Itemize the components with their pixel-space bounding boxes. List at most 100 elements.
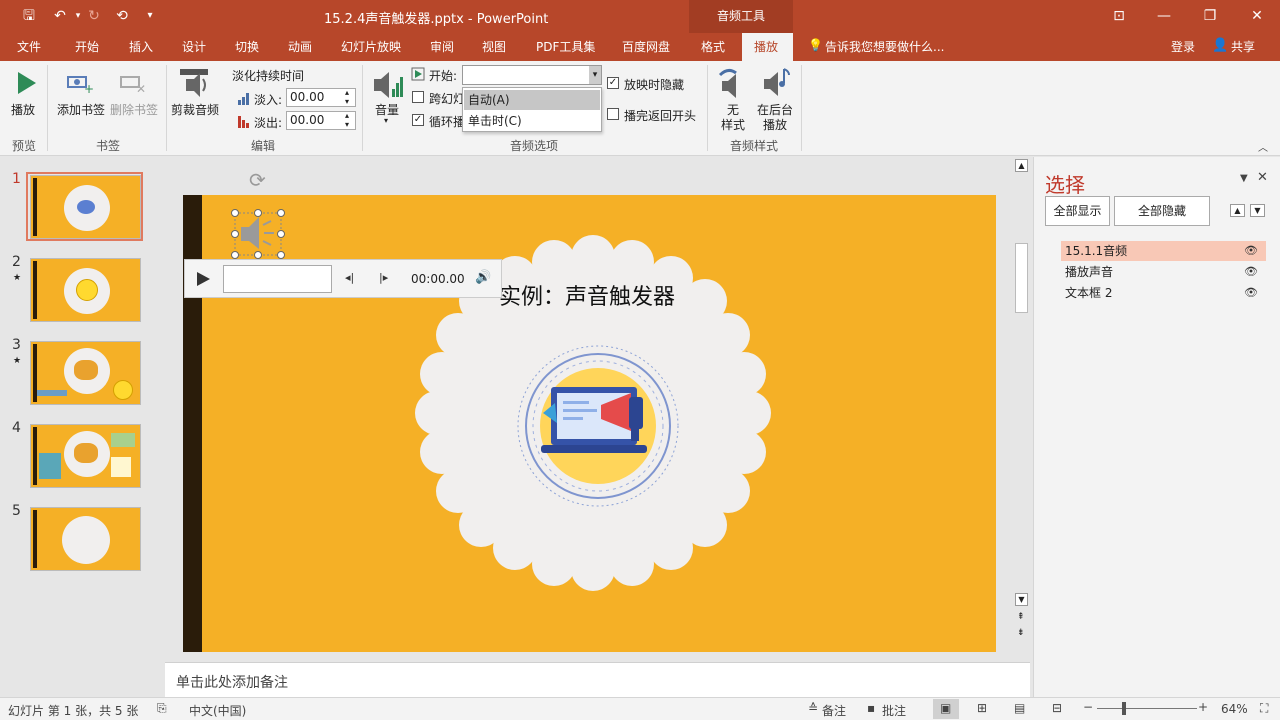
rewind-after-checkbox[interactable] [607, 108, 619, 120]
fade-in-spinner-icon[interactable]: ▴ ▾ [345, 88, 349, 106]
slide-title[interactable]: 实例：声音触发器 [499, 279, 675, 311]
cross-slides-checkbox[interactable] [412, 91, 424, 103]
save-icon[interactable]: 🖫 [19, 7, 39, 25]
tab-playback-active[interactable]: 播放 [742, 33, 793, 61]
bring-forward-icon[interactable]: ▲ [1230, 204, 1245, 217]
zoom-in-icon[interactable]: + [1198, 700, 1208, 714]
slide-thumbnail-1[interactable] [30, 175, 141, 239]
no-style-icon[interactable] [716, 67, 746, 99]
redo-icon[interactable]: ↻ [84, 7, 104, 25]
selection-item[interactable]: 播放声音 👁 [1061, 262, 1266, 282]
player-play-icon[interactable] [195, 271, 211, 287]
slide-thumbnail-3[interactable] [30, 341, 141, 405]
close-icon[interactable]: ✕ [1247, 7, 1267, 25]
volume-dropdown-icon[interactable]: ▾ [384, 116, 388, 125]
tab-transitions[interactable]: 切换 [235, 38, 259, 55]
player-back-icon[interactable]: ◂| [345, 271, 354, 284]
comments-button[interactable]: 批注 [882, 702, 906, 719]
restore-icon[interactable]: ❐ [1200, 7, 1220, 25]
slide-sorter-icon[interactable]: ⊞ [977, 701, 987, 715]
add-bookmark-button[interactable]: 添加书签 [57, 101, 105, 118]
play-in-background-icon[interactable] [762, 67, 792, 99]
trim-audio-button[interactable]: 剪裁音频 [171, 101, 219, 118]
share-person-icon: 👤 [1212, 38, 1229, 53]
tab-pdf-tools[interactable]: PDF工具集 [536, 38, 595, 55]
language-indicator[interactable]: 中文(中国) [189, 702, 246, 719]
no-style-line2[interactable]: 样式 [721, 116, 745, 133]
previous-slide-icon[interactable]: ⇞ [1017, 612, 1025, 622]
share-button[interactable]: 共享 [1231, 38, 1255, 55]
loop-checkbox[interactable]: ✓ [412, 114, 424, 126]
slide-thumbnail-4[interactable] [30, 424, 141, 488]
fit-to-window-icon[interactable]: ⛶ [1260, 701, 1268, 716]
scroll-down-icon[interactable]: ▼ [1015, 593, 1028, 606]
start-option-auto[interactable]: 自动(A) [464, 90, 600, 110]
scroll-up-icon[interactable]: ▲ [1015, 159, 1028, 172]
rotate-handle-icon[interactable]: ⟳ [249, 168, 266, 192]
notes-toggle-button[interactable]: 备注 [822, 702, 846, 719]
pane-options-icon[interactable]: ▼ [1240, 173, 1248, 184]
volume-icon[interactable] [372, 69, 404, 101]
selection-item[interactable]: 文本框 2 👁 [1061, 283, 1266, 303]
start-combobox[interactable] [462, 65, 602, 85]
slide-number: 4 [12, 420, 21, 436]
vertical-scrollbar[interactable]: ▲ ▼ [1014, 157, 1030, 609]
loop-label: 循环播 [429, 115, 466, 129]
zoom-level[interactable]: 64% [1221, 702, 1248, 716]
slide-thumbnail-5[interactable] [30, 507, 141, 571]
start-combobox-chevron-icon[interactable]: ▾ [589, 66, 601, 84]
slide-thumbnail-2[interactable] [30, 258, 141, 322]
show-all-button[interactable]: 全部显示 [1045, 196, 1110, 226]
hide-during-show-checkbox[interactable]: ✓ [607, 77, 619, 89]
login-link[interactable]: 登录 [1171, 38, 1195, 55]
ribbon-display-options-icon[interactable]: ⊡ [1109, 7, 1129, 25]
speaker-object-icon[interactable] [231, 209, 287, 259]
tab-file[interactable]: 文件 [17, 38, 41, 55]
zoom-slider-thumb[interactable] [1122, 702, 1126, 715]
player-forward-icon[interactable]: |▸ [379, 271, 388, 284]
play-button[interactable]: 播放 [11, 101, 35, 118]
selection-item[interactable]: 15.1.1音频 👁 [1061, 241, 1266, 261]
send-backward-icon[interactable]: ▼ [1250, 204, 1265, 217]
start-label: 开始: [429, 69, 458, 83]
tab-animations[interactable]: 动画 [288, 38, 312, 55]
svg-text:✕: ✕ [136, 82, 146, 95]
tab-view[interactable]: 视图 [482, 38, 506, 55]
next-slide-icon[interactable]: ⇟ [1017, 628, 1025, 638]
tab-baidu-netdisk[interactable]: 百度网盘 [622, 38, 670, 55]
hide-all-button[interactable]: 全部隐藏 [1114, 196, 1210, 226]
tell-me-search[interactable]: 告诉我您想要做什么... [825, 38, 944, 55]
notes-pane[interactable]: 单击此处添加备注 [165, 662, 1030, 697]
tab-home[interactable]: 开始 [75, 38, 99, 55]
zoom-slider-track[interactable] [1097, 708, 1197, 709]
start-option-on-click[interactable]: 单击时(C) [464, 111, 600, 131]
slideshow-view-icon[interactable]: ⊟ [1052, 701, 1062, 715]
add-bookmark-icon[interactable]: + [66, 71, 94, 95]
reading-view-icon[interactable]: ▤ [1014, 701, 1025, 715]
visibility-eye-icon[interactable]: 👁 [1244, 283, 1258, 303]
visibility-eye-icon[interactable]: 👁 [1244, 241, 1258, 261]
play-in-background-line2[interactable]: 播放 [763, 116, 787, 133]
undo-icon[interactable]: ↶ [50, 7, 70, 25]
tab-format[interactable]: 格式 [701, 38, 725, 55]
spell-check-icon[interactable]: ⎘ [157, 701, 167, 716]
minimize-icon[interactable]: — [1154, 7, 1174, 25]
collapse-ribbon-icon[interactable]: ︿ [1258, 139, 1268, 154]
normal-view-icon[interactable]: ▣ [940, 701, 951, 715]
slideshow-start-icon[interactable]: ⟲ [112, 7, 132, 25]
zoom-out-icon[interactable]: − [1083, 700, 1093, 714]
megaphone-laptop-illustration[interactable] [513, 341, 683, 511]
tab-slideshow[interactable]: 幻灯片放映 [341, 38, 401, 55]
customize-qat-icon[interactable]: ▾ [140, 7, 160, 25]
visibility-eye-icon[interactable]: 👁 [1244, 262, 1258, 282]
fade-out-spinner-icon[interactable]: ▴ ▾ [345, 111, 349, 129]
scroll-thumb[interactable] [1015, 243, 1028, 313]
tab-insert[interactable]: 插入 [129, 38, 153, 55]
player-progress-bar[interactable] [223, 265, 332, 293]
play-icon[interactable] [14, 70, 38, 96]
player-volume-icon[interactable]: 🔊 [475, 270, 491, 285]
trim-audio-icon[interactable] [180, 67, 210, 99]
tab-design[interactable]: 设计 [182, 38, 206, 55]
tab-review[interactable]: 审阅 [430, 38, 454, 55]
pane-close-icon[interactable]: ✕ [1257, 170, 1268, 185]
